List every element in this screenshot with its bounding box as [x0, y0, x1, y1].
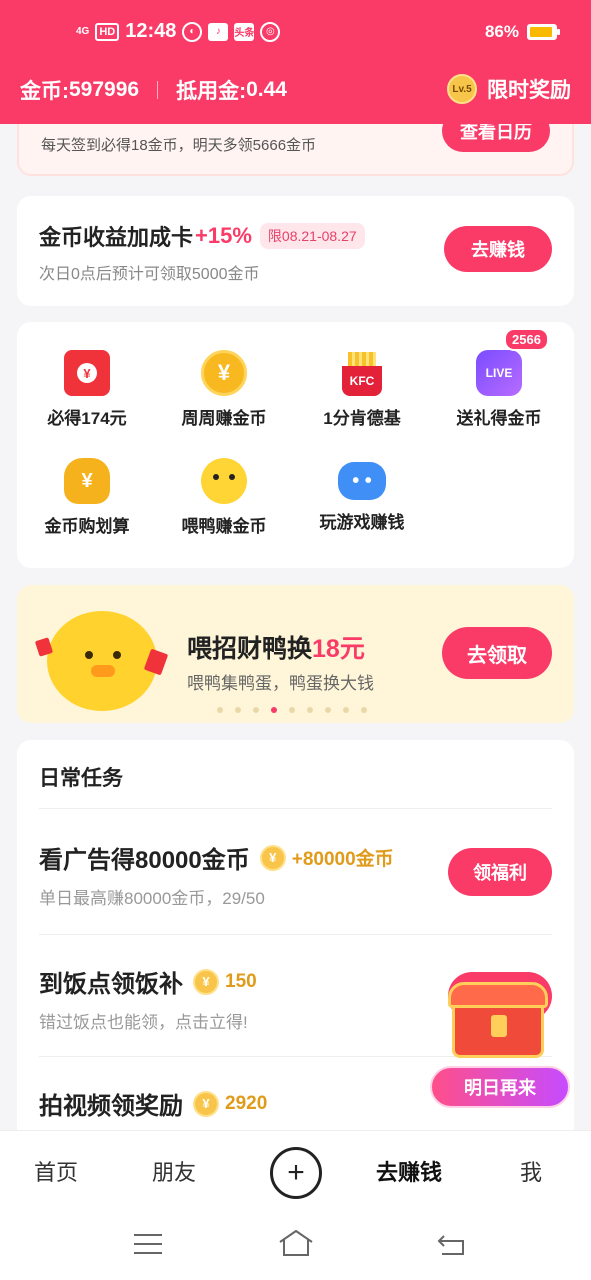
grid-item-games[interactable]: • • 玩游戏赚钱: [292, 458, 432, 533]
bonus-date-tag: 限08.21-08.27: [259, 223, 365, 249]
daily-tasks-title: 日常任务: [39, 767, 123, 790]
menu-icon[interactable]: [134, 1234, 162, 1254]
status-time: 12:48: [125, 20, 177, 42]
grid-item-label: 金币购划算: [44, 517, 130, 536]
banner-amount: 18元: [312, 635, 365, 663]
bottom-nav: 首页 朋友 + 去赚钱 我: [0, 1130, 591, 1216]
divider: [157, 81, 159, 99]
task-item-watch-ads: 看广告得80000金币 ¥ +80000金币 单日最高赚80000金币，29/50…: [39, 840, 552, 940]
limited-reward-label: 限时奖励: [487, 79, 571, 102]
task-subtitle: 单日最高赚80000金币，29/50: [39, 889, 265, 908]
task-reward: 150: [225, 970, 257, 992]
gamepad-icon: • •: [338, 462, 386, 500]
task-subtitle: 错过饭点也能领，点击立得!: [39, 1013, 248, 1032]
grid-item-kfc[interactable]: KFC 1分肯德基: [292, 350, 432, 429]
go-earn-button[interactable]: 去赚钱: [444, 226, 552, 272]
nav-me[interactable]: 我: [520, 1155, 542, 1187]
coin-icon: ¥: [193, 1090, 219, 1117]
bonus-percent: +15%: [195, 223, 252, 248]
duck-mascot-icon: [47, 611, 157, 711]
app-header: 4G HD 12:48 ◐ ♪ 头条 ◎ 86% 金币: 597996 抵用金:…: [0, 0, 591, 124]
divider: [39, 934, 552, 935]
divider: [39, 808, 552, 809]
status-bar: 4G HD 12:48 ◐ ♪ 头条 ◎ 86%: [0, 14, 591, 54]
grid-item-feed-duck[interactable]: 喂鸭赚金币: [154, 458, 294, 537]
grid-item-label: 1分肯德基: [323, 409, 401, 428]
treasure-chest-widget[interactable]: [446, 978, 550, 1074]
home-icon[interactable]: [278, 1228, 314, 1258]
duck-banner[interactable]: 喂招财鸭换18元 喂鸭集鸭蛋，鸭蛋换大钱 去领取: [17, 585, 574, 723]
task-reward: +80000金币: [291, 849, 394, 870]
grid-item-label: 周周赚金币: [181, 409, 267, 428]
create-plus-button[interactable]: +: [270, 1147, 322, 1199]
live-icon: LIVE 2566: [476, 328, 549, 396]
grid-item-redpacket[interactable]: 必得174元: [17, 350, 157, 429]
app-notification-icon: ◐: [182, 21, 203, 42]
grid-item-label: 送礼得金币: [456, 409, 542, 428]
checkin-text: 每天签到必得18金币，明天多领5666金币: [41, 137, 317, 154]
coin-icon: ¥: [193, 968, 219, 995]
back-icon[interactable]: [436, 1232, 466, 1256]
coin-icon: ¥: [259, 844, 286, 871]
level-badge-icon: Lv.5: [447, 74, 477, 104]
grid-item-weekly-coins[interactable]: ¥ 周周赚金币: [154, 350, 294, 429]
grid-item-coin-shop[interactable]: ¥ 金币购划算: [17, 458, 157, 537]
task-title: 到饭点领饭补: [39, 971, 183, 998]
grid-item-live-gift[interactable]: LIVE 2566 送礼得金币: [429, 328, 569, 429]
nav-friends[interactable]: 朋友: [152, 1155, 196, 1187]
task-title: 看广告得80000金币: [39, 847, 250, 874]
duck-icon: [201, 458, 247, 504]
live-count-badge: 2566: [504, 328, 549, 351]
banner-title: 喂招财鸭换: [187, 635, 313, 663]
grid-item-label: 喂鸭赚金币: [181, 517, 267, 536]
claim-button[interactable]: 去领取: [442, 627, 552, 679]
red-packet-icon: [64, 350, 110, 396]
come-back-tomorrow-button[interactable]: 明日再来: [430, 1066, 570, 1108]
task-reward: 2920: [225, 1092, 268, 1114]
bonus-subtitle: 次日0点后预计可领取5000金币: [39, 266, 260, 283]
bonus-card: 金币收益加成卡 +15% 限08.21-08.27 次日0点后预计可领取5000…: [17, 196, 574, 306]
coins-label: 金币:: [20, 80, 69, 103]
limited-reward-button[interactable]: Lv.5 限时奖励: [447, 74, 571, 104]
cash-label: 抵用金:: [176, 80, 247, 103]
banner-subtitle: 喂鸭集鸭蛋，鸭蛋换大钱: [187, 674, 374, 693]
compass-icon: ◎: [260, 21, 281, 42]
battery-percent: 86%: [484, 22, 519, 41]
cash-value: 0.44: [246, 78, 287, 101]
nav-earn[interactable]: 去赚钱: [376, 1155, 442, 1187]
nav-home[interactable]: 首页: [34, 1155, 78, 1187]
carousel-dots: [217, 707, 367, 713]
claim-benefit-button[interactable]: 领福利: [448, 848, 552, 896]
tiktok-icon: ♪: [208, 22, 229, 41]
battery-icon: [527, 24, 560, 40]
task-title: 拍视频领奖励: [39, 1093, 183, 1120]
coin-icon: ¥: [201, 350, 247, 396]
coins-value: 597996: [69, 78, 140, 101]
kfc-icon: KFC: [342, 352, 382, 396]
feature-grid: 必得174元 ¥ 周周赚金币 KFC 1分肯德基 LIVE 2566 送礼得金币…: [17, 322, 574, 568]
money-bag-icon: ¥: [64, 458, 110, 504]
toutiao-icon: 头条: [234, 22, 255, 41]
signal-icon: 4G: [76, 25, 90, 37]
grid-item-label: 玩游戏赚钱: [319, 513, 405, 532]
bonus-title: 金币收益加成卡: [39, 225, 194, 250]
hd-icon: HD: [95, 22, 120, 41]
coin-bar: 金币: 597996 抵用金: 0.44 Lv.5 限时奖励: [20, 74, 571, 106]
system-nav-bar: [0, 1216, 591, 1280]
grid-item-label: 必得174元: [47, 409, 127, 428]
